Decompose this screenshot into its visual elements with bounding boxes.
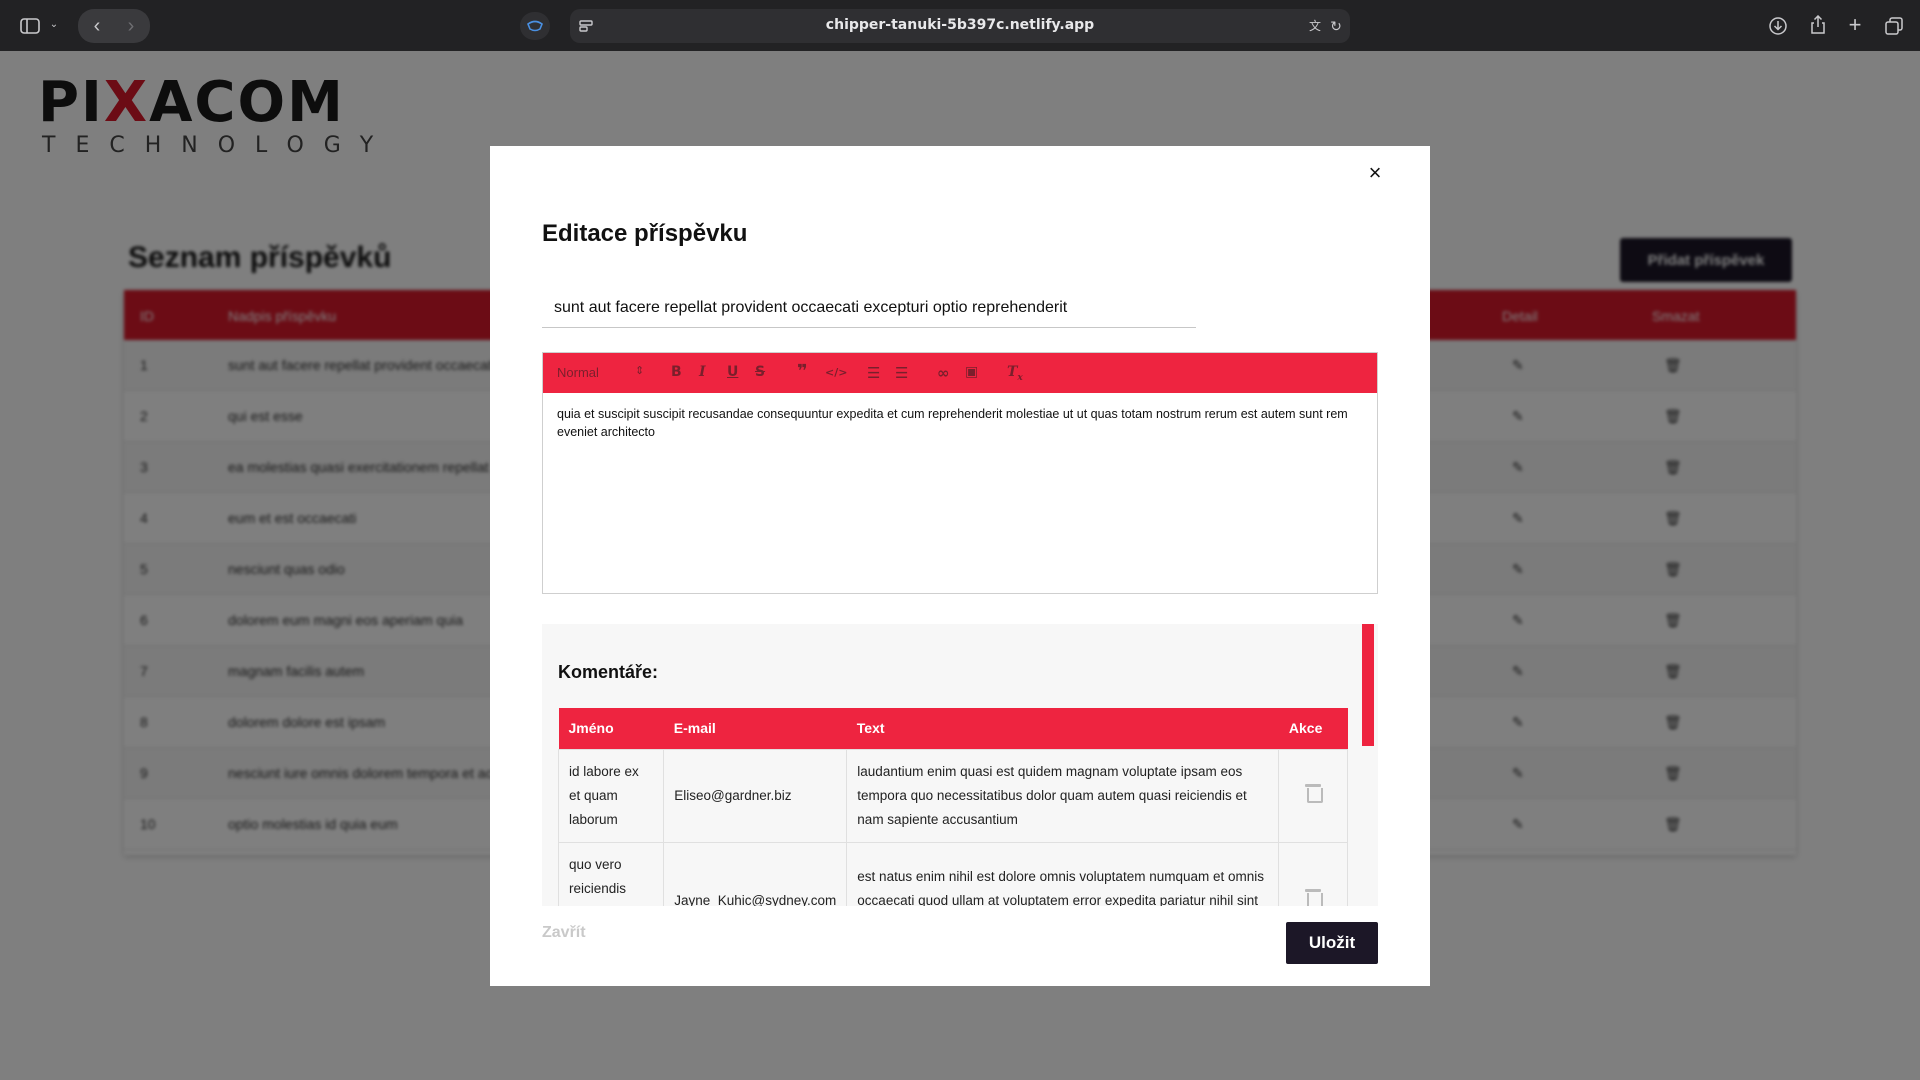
strikethrough-icon[interactable]: S [755,364,765,380]
trash-icon[interactable] [1304,887,1324,906]
forward-icon[interactable]: › [120,16,142,36]
save-button[interactable]: Uložit [1286,922,1378,964]
italic-icon[interactable]: I [699,364,706,380]
clear-format-icon[interactable]: Tx [1007,364,1023,383]
tab-overview-icon[interactable] [1884,16,1904,36]
format-select[interactable]: Normal ⇕ [557,365,647,380]
editor-toolbar: Normal ⇕ B I U S ❞ </> ☰ ☰ ∞ ▣ Tx [543,353,1377,393]
comment-name: quo vero reiciendis velit similique earu… [557,841,665,906]
close-icon[interactable]: × [1360,158,1390,188]
comment-row: id labore ex et quam laborum Eliseo@gard… [557,748,1348,843]
bold-icon[interactable]: B [671,364,682,380]
trash-icon[interactable] [1304,782,1324,803]
sidebar-toggle-icon[interactable] [18,16,42,36]
comment-actions [1278,748,1348,843]
comment-email: Jayne_Kuhic@sydney.com [663,841,848,906]
reload-icon[interactable]: ↻ [1328,18,1344,34]
column-header-name: Jméno [558,708,664,749]
modal-title: Editace příspěvku [542,220,748,247]
column-header-text: Text [846,708,1279,749]
address-bar[interactable]: chipper-tanuki-5b397c.netlify.app 文 ↻ [570,9,1350,43]
comment-actions [1278,841,1348,906]
rich-text-editor[interactable]: Normal ⇕ B I U S ❞ </> ☰ ☰ ∞ ▣ Tx quia et… [542,352,1378,594]
underline-icon[interactable]: U [727,364,738,380]
comments-heading: Komentáře: [558,662,659,682]
chevron-down-icon[interactable]: ⌄ [47,18,61,32]
bullet-list-icon[interactable]: ☰ [895,364,908,382]
new-tab-icon[interactable]: + [1845,14,1865,36]
edit-post-modal: × Editace příspěvku Normal⇕ B I U S ❞ </… [490,146,1430,986]
privacy-shield-icon[interactable] [520,12,550,40]
column-header-actions: Akce [1278,708,1348,749]
image-icon[interactable]: ▣ [965,364,978,380]
comment-text: laudantium enim quasi est quidem magnam … [846,748,1280,843]
comment-text: est natus enim nihil est dolore omnis vo… [846,841,1280,906]
comments-section: Komentáře: Jméno E-mail Text Akce id lab… [542,624,1378,906]
comment-name: id labore ex et quam laborum [557,748,665,843]
post-title-input[interactable] [542,288,1196,328]
close-button[interactable]: Zavřít [542,924,586,942]
editor-content[interactable]: quia et suscipit suscipit recusandae con… [543,393,1377,453]
comments-table: Jméno E-mail Text Akce id labore ex et q… [557,708,1348,906]
comment-row: quo vero reiciendis velit similique earu… [557,841,1348,906]
link-icon[interactable]: ∞ [937,364,950,382]
comment-email: Eliseo@gardner.biz [663,748,848,843]
download-icon[interactable] [1768,16,1788,36]
translate-icon[interactable]: 文 [1306,18,1324,34]
back-icon[interactable]: ‹ [86,16,108,36]
code-icon[interactable]: </> [825,366,847,379]
ordered-list-icon[interactable]: ☰ [867,364,880,382]
comments-scrollbar[interactable] [1362,624,1374,746]
blockquote-icon[interactable]: ❞ [797,361,808,382]
url-text[interactable]: chipper-tanuki-5b397c.netlify.app [570,17,1350,33]
column-header-email: E-mail [663,708,847,749]
share-icon[interactable] [1808,15,1828,35]
browser-toolbar: ⌄ ‹ › chipper-tanuki-5b397c.netlify.app … [0,0,1920,51]
